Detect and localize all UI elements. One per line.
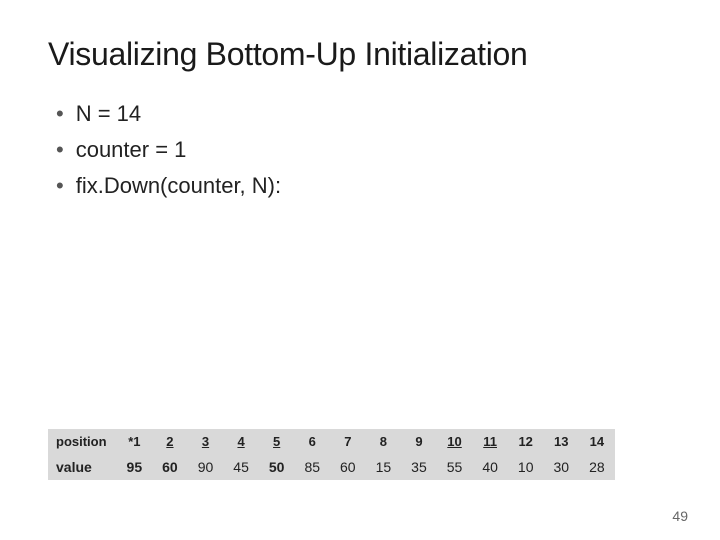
header-label: position [48,429,117,454]
bullet-item-3: fix.Down(counter, N): [56,173,672,199]
value-14: 28 [579,454,615,480]
bullet-item-2: counter = 1 [56,137,672,163]
slide: Visualizing Bottom-Up Initialization N =… [0,0,720,540]
header-pos-14: 14 [579,429,615,454]
value-3: 90 [188,454,224,480]
bullet-item-1: N = 14 [56,101,672,127]
value-10: 55 [437,454,473,480]
table-header-row: position *1 2 3 4 5 6 7 8 9 10 11 12 13 … [48,429,615,454]
header-pos-4: 4 [223,429,259,454]
header-pos-11: 11 [472,429,508,454]
bullet-list: N = 14 counter = 1 fix.Down(counter, N): [56,101,672,209]
header-pos-13: 13 [543,429,579,454]
header-pos-6: 6 [294,429,330,454]
header-pos-9: 9 [401,429,437,454]
header-pos-10: 10 [437,429,473,454]
value-12: 10 [508,454,544,480]
value-13: 30 [543,454,579,480]
header-pos-3: 3 [188,429,224,454]
bullet-text-3: fix.Down(counter, N): [76,173,281,199]
value-5: 50 [259,454,295,480]
bullet-text-1: N = 14 [76,101,141,127]
positions-table: position *1 2 3 4 5 6 7 8 9 10 11 12 13 … [48,429,615,480]
value-2: 60 [152,454,188,480]
value-4: 45 [223,454,259,480]
header-pos-2: 2 [152,429,188,454]
value-6: 85 [294,454,330,480]
value-label: value [48,454,117,480]
value-7: 60 [330,454,366,480]
value-9: 35 [401,454,437,480]
header-pos-12: 12 [508,429,544,454]
bullet-text-2: counter = 1 [76,137,187,163]
header-pos-7: 7 [330,429,366,454]
header-pos-5: 5 [259,429,295,454]
value-11: 40 [472,454,508,480]
data-table-section: position *1 2 3 4 5 6 7 8 9 10 11 12 13 … [48,429,672,480]
header-pos-1: *1 [117,429,153,454]
header-pos-8: 8 [366,429,402,454]
slide-title: Visualizing Bottom-Up Initialization [48,36,672,73]
page-number: 49 [672,508,688,524]
value-1: 95 [117,454,153,480]
table-value-row: value 95 60 90 45 50 85 60 15 35 55 40 1… [48,454,615,480]
value-8: 15 [366,454,402,480]
